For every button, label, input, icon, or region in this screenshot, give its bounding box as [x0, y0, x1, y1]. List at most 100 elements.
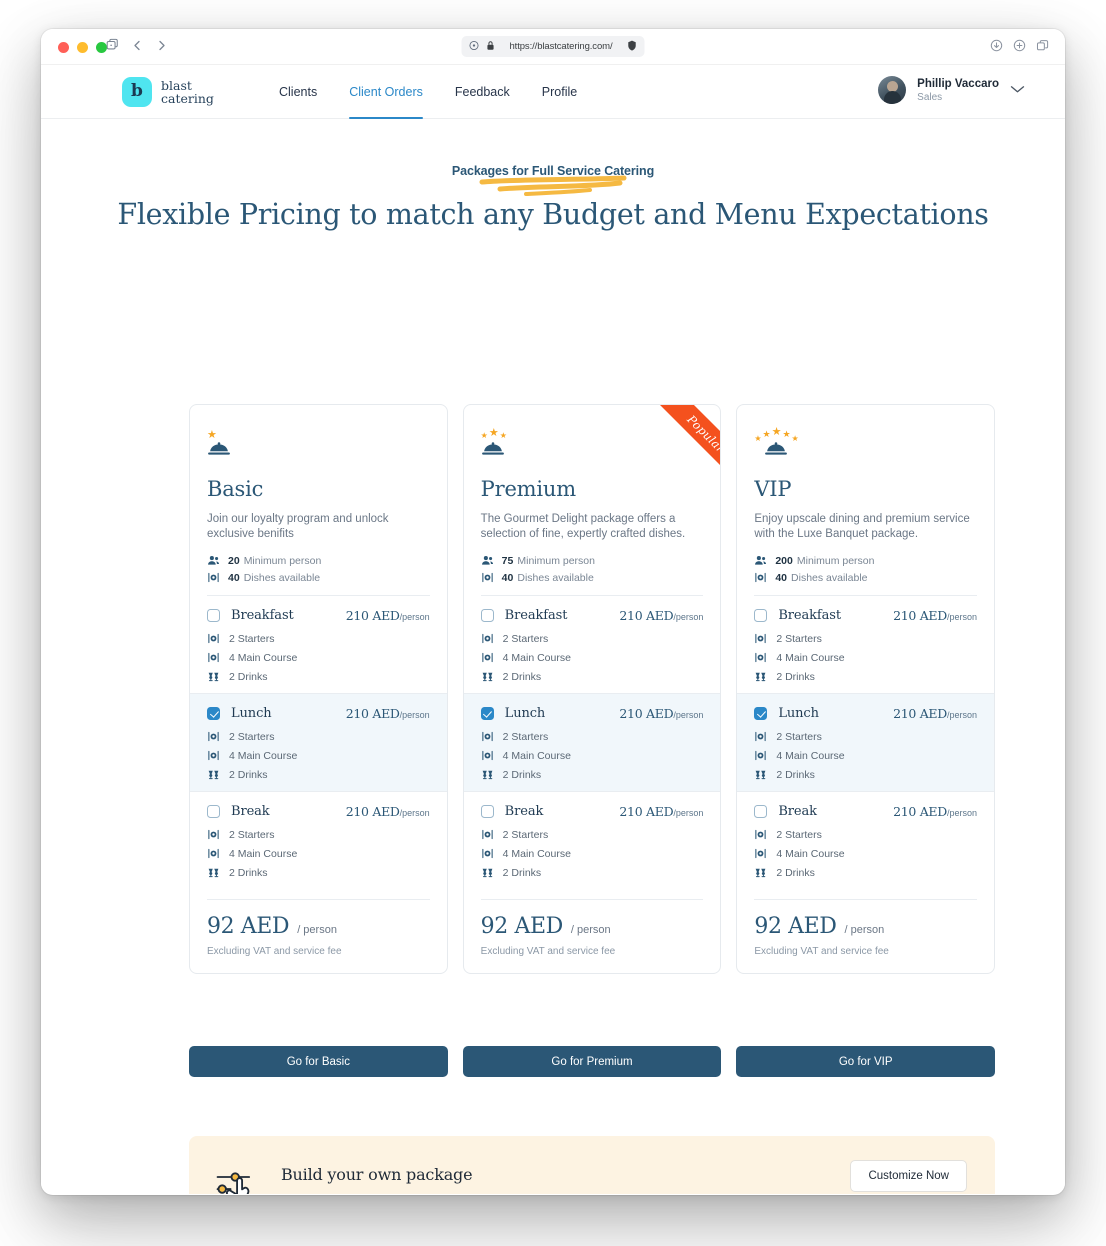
pricing-card-premium[interactable]: Popular ★ ★ ★ Premium The Gourmet Deligh…: [462, 404, 722, 974]
meal-checkbox-breakfast-premium[interactable]: [480, 609, 494, 622]
nav-item-client-orders[interactable]: Client Orders: [333, 65, 439, 119]
meal-line: 2 Drinks: [754, 866, 977, 879]
shield-icon[interactable]: [627, 38, 638, 56]
meal-name: Break: [504, 804, 544, 819]
dish-icon: [208, 750, 219, 761]
people-icon: [755, 556, 767, 565]
nav-item-feedback[interactable]: Feedback: [439, 65, 526, 119]
card-total-note: Excluding VAT and service fee: [207, 946, 342, 957]
highlight-underline-icon: [479, 175, 627, 196]
meal-row-breakfast-basic[interactable]: Breakfast 210 AED/person 2 Starters 4 Ma…: [190, 596, 447, 693]
new-tab-icon[interactable]: [1013, 39, 1026, 57]
meal-line-label: 4 Main Course: [502, 651, 571, 664]
brand-line-2: catering: [161, 91, 214, 106]
forward-arrow-icon[interactable]: [156, 39, 167, 52]
chevron-down-icon[interactable]: [1010, 81, 1025, 99]
dish-icon: [208, 633, 219, 644]
dish-icon: [755, 848, 767, 859]
meal-line-label: 4 Main Course: [502, 749, 571, 762]
user-menu[interactable]: Phillip Vaccaro Sales: [878, 76, 1025, 104]
sidebar-toggle-icon[interactable]: [105, 38, 119, 52]
meal-line-label: 2 Drinks: [229, 866, 268, 879]
go-for-basic-button[interactable]: Go for Basic: [189, 1046, 448, 1077]
meal-line-label: 2 Starters: [502, 632, 549, 645]
custom-package-icon: [212, 1164, 264, 1194]
people-icon: [481, 556, 493, 565]
star-icon: ★: [499, 431, 507, 440]
cloche-icon: [764, 442, 977, 464]
meal-checkbox-break-basic[interactable]: [207, 805, 220, 818]
meal-line: 4 Main Course: [481, 651, 704, 664]
pricing-card-vip[interactable]: ★ ★ ★ ★ ★ VIP Enjoy upscale dining and p…: [736, 404, 996, 974]
nav-item-profile[interactable]: Profile: [526, 65, 593, 119]
meal-row-breakfast-premium[interactable]: Breakfast 210 AED/person 2 Starters 4 Ma…: [464, 596, 721, 693]
star-icon: ★: [782, 429, 791, 439]
drinks-icon: [755, 672, 766, 682]
pricing-card-basic[interactable]: ★ Basic Join our loyalty program and unl…: [189, 404, 448, 974]
card-total-note: Excluding VAT and service fee: [480, 946, 616, 957]
meal-checkbox-break-premium[interactable]: [480, 805, 494, 818]
meal-row-break-vip[interactable]: Break 210 AED/person 2 Starters 4 Main C…: [737, 791, 995, 889]
meal-line: 2 Drinks: [481, 768, 704, 781]
card-total-basic: 92 AED / person: [207, 914, 430, 939]
customize-now-button[interactable]: Customize Now: [850, 1160, 967, 1192]
meal-header: Break 210 AED/person: [754, 804, 977, 819]
minimize-window-button[interactable]: [77, 42, 88, 53]
dish-icon: [482, 652, 493, 663]
card-header-basic: ★ Basic Join our loyalty program and unl…: [190, 405, 447, 596]
card-dishes-value-premium: 40: [501, 571, 514, 584]
meal-line: 4 Main Course: [754, 847, 977, 860]
address-bar[interactable]: https://blastcatering.com/: [461, 36, 645, 57]
card-dishes-label-basic: Dishes available: [243, 571, 321, 584]
drinks-icon: [482, 868, 493, 878]
brand-logo[interactable]: b blast catering: [122, 77, 214, 107]
meal-row-lunch-vip[interactable]: Lunch 210 AED/person 2 Starters 4 Main C…: [737, 693, 995, 791]
browser-window: https://blastcatering.com/ b blast cater…: [41, 29, 1065, 1195]
meal-price: 210 AED/person: [893, 804, 978, 819]
drinks-icon: [482, 672, 493, 682]
meal-checkbox-lunch-basic[interactable]: [207, 707, 220, 720]
meal-checkbox-breakfast-basic[interactable]: [207, 609, 220, 622]
meal-line: 2 Drinks: [207, 670, 430, 683]
card-footer-vip: 92 AED / person Excluding VAT and servic…: [754, 899, 978, 973]
app-header: b blast catering Clients Client Orders F…: [41, 65, 1065, 119]
meal-line: 2 Drinks: [481, 670, 704, 683]
meal-line-label: 2 Starters: [229, 828, 275, 841]
meal-header: Breakfast 210 AED/person: [754, 608, 977, 623]
card-minimum-label-vip: Minimum person: [796, 554, 875, 567]
meal-row-breakfast-vip[interactable]: Breakfast 210 AED/person 2 Starters 4 Ma…: [737, 596, 994, 693]
meal-row-break-premium[interactable]: Break 210 AED/person 2 Starters 4 Main C…: [463, 791, 721, 889]
card-total-amount: 92 AED: [480, 914, 564, 939]
nav-item-clients[interactable]: Clients: [263, 65, 333, 119]
meal-row-lunch-basic[interactable]: Lunch 210 AED/person 2 Starters 4 Main C…: [190, 693, 447, 791]
meal-checkbox-lunch-vip[interactable]: [754, 707, 768, 720]
close-window-button[interactable]: [58, 42, 69, 53]
meal-checkbox-lunch-premium[interactable]: [480, 707, 494, 720]
dish-icon: [208, 652, 219, 663]
meal-header: Breakfast 210 AED/person: [207, 608, 430, 623]
hero-eyebrow-wrap: Packages for Full Service Catering: [41, 162, 1065, 196]
go-for-premium-button[interactable]: Go for Premium: [462, 1046, 722, 1077]
meal-line: 2 Drinks: [481, 866, 704, 879]
meal-checkbox-breakfast-vip[interactable]: [754, 609, 768, 622]
back-arrow-icon[interactable]: [132, 39, 143, 52]
meal-row-break-basic[interactable]: Break 210 AED/person 2 Starters 4 Main C…: [190, 791, 447, 889]
meal-checkbox-break-vip[interactable]: [754, 805, 768, 818]
drinks-icon: [208, 672, 219, 682]
star-icon: ★: [754, 434, 762, 443]
brand-mark-icon: b: [122, 77, 152, 107]
people-icon: [208, 556, 220, 565]
meal-line: 2 Drinks: [207, 866, 430, 879]
tab-overview-icon[interactable]: [1036, 39, 1049, 57]
meal-price: 210 AED/person: [893, 608, 978, 623]
meal-header: Break 210 AED/person: [480, 804, 703, 819]
reader-mode-icon[interactable]: [469, 38, 480, 56]
download-icon[interactable]: [990, 39, 1003, 57]
go-for-vip-button[interactable]: Go for VIP: [736, 1046, 996, 1077]
meal-name: Lunch: [778, 706, 819, 721]
meal-line: 2 Starters: [207, 828, 430, 841]
meal-line-label: 4 Main Course: [776, 847, 845, 860]
star-icon: ★: [791, 434, 799, 443]
meal-row-lunch-premium[interactable]: Lunch 210 AED/person 2 Starters 4 Main C…: [463, 693, 721, 791]
meal-line-label: 4 Main Course: [776, 749, 845, 762]
